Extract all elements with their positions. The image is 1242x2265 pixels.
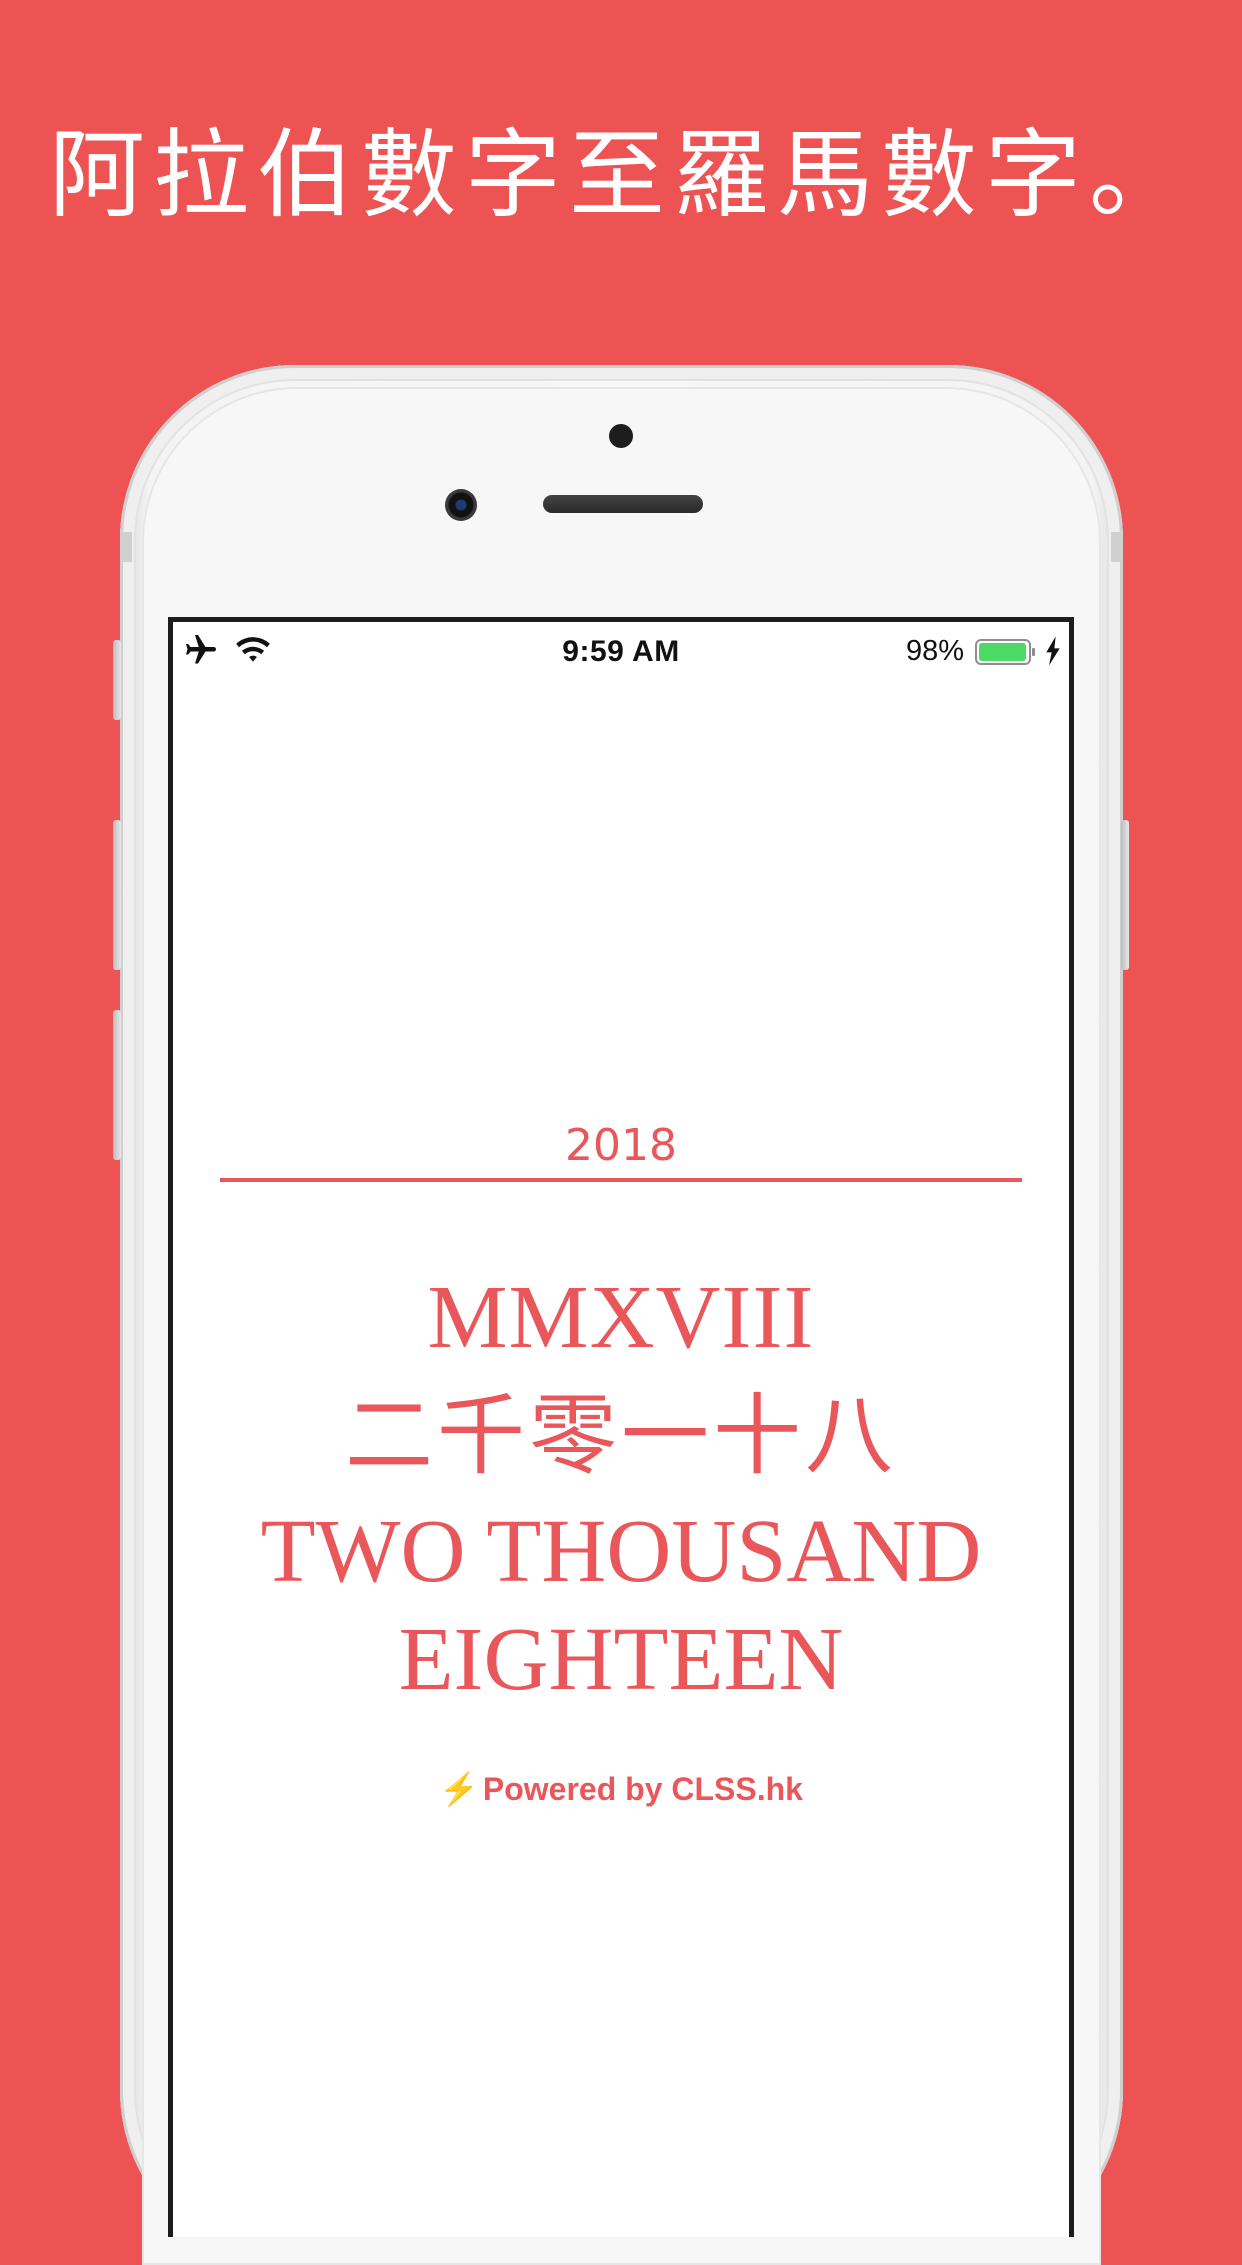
english-words-line-1: TWO THOUSAND (260, 1502, 982, 1601)
volume-down-button (113, 1010, 121, 1160)
status-bar: 9:59 AM 98% (173, 622, 1069, 682)
battery-percentage: 98% (905, 635, 964, 667)
conversion-results: MMXVIII 二千零一十八 TWO THOUSAND EIGHTEEN (173, 1262, 1069, 1714)
earpiece-speaker (543, 495, 703, 513)
roman-numeral-result: MMXVIII (427, 1268, 815, 1367)
powered-by-link[interactable]: ⚡ Powered by CLSS.hk (173, 1770, 1069, 1808)
proximity-sensor (609, 424, 633, 448)
arabic-number-input[interactable] (220, 1112, 1022, 1182)
antenna-line-left (120, 532, 132, 562)
lightning-bolt-icon: ⚡ (439, 1771, 479, 1807)
english-words-line-2: EIGHTEEN (398, 1610, 844, 1709)
front-camera (445, 489, 477, 521)
antenna-line-right (1111, 532, 1123, 562)
powered-by-label: Powered by CLSS.hk (482, 1771, 803, 1807)
volume-up-button (113, 820, 121, 970)
power-button (1121, 820, 1129, 970)
battery-fill (979, 643, 1027, 661)
promo-headline: 阿拉伯數字至羅馬數字。 (49, 119, 1193, 231)
app-screen: 9:59 AM 98% MMXVIII 二千零一十八 TWO THOUSAND … (168, 617, 1074, 2237)
chinese-numeral-result: 二千零一十八 (344, 1384, 897, 1487)
mute-switch (113, 640, 121, 720)
battery-icon (975, 639, 1035, 665)
charging-icon (1046, 636, 1060, 666)
